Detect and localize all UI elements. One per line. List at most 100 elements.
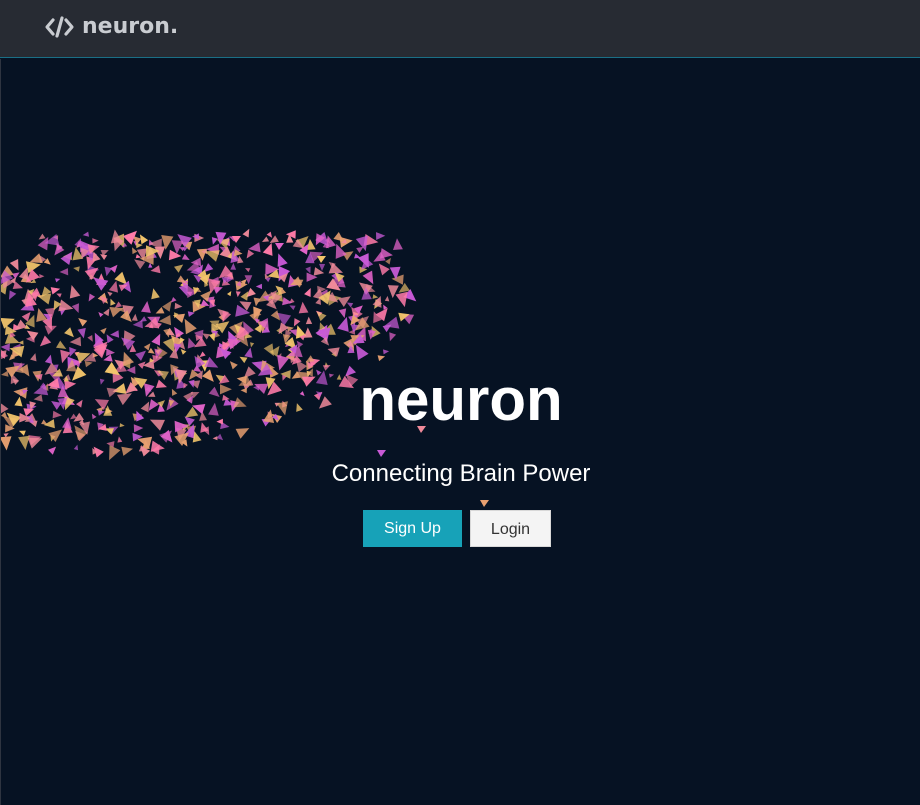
particle	[303, 327, 313, 338]
particle	[305, 316, 313, 325]
particle	[139, 234, 149, 245]
particle	[391, 274, 404, 285]
particle	[110, 298, 116, 306]
particle	[254, 323, 263, 333]
particle	[64, 327, 74, 338]
brand-logo[interactable]: neuron.	[44, 14, 178, 39]
particle	[376, 232, 386, 240]
particle	[240, 291, 249, 301]
particle	[398, 282, 410, 293]
particle	[110, 330, 120, 338]
particle	[230, 262, 237, 270]
particle	[293, 318, 301, 327]
particle	[242, 228, 250, 238]
particle	[56, 293, 62, 298]
particle	[73, 444, 79, 451]
particle	[253, 297, 261, 307]
particle	[384, 295, 390, 302]
particle	[9, 290, 17, 300]
particle	[69, 347, 77, 357]
particle	[333, 232, 345, 242]
particle	[150, 265, 161, 274]
particle	[204, 250, 220, 262]
particle	[356, 344, 369, 361]
particle	[338, 308, 347, 319]
particle	[38, 233, 46, 240]
particle	[55, 278, 61, 283]
particle	[82, 231, 89, 237]
particle	[143, 343, 151, 351]
particle	[389, 332, 397, 342]
particle	[168, 249, 182, 261]
particle	[181, 253, 190, 260]
particle	[44, 325, 57, 335]
particle	[289, 305, 296, 311]
particle	[275, 243, 284, 250]
particle	[174, 302, 183, 310]
particle	[29, 253, 43, 263]
particle	[377, 355, 386, 362]
code-icon	[45, 15, 74, 38]
particle	[114, 301, 122, 308]
particle	[262, 243, 273, 256]
particle	[48, 446, 57, 455]
hero-subtitle: Connecting Brain Power	[331, 460, 591, 487]
particle	[170, 297, 177, 303]
particle	[395, 291, 408, 308]
particle	[337, 316, 349, 332]
particle	[163, 328, 171, 338]
particle	[298, 301, 309, 314]
particle	[266, 231, 273, 238]
particle	[319, 263, 326, 271]
particle	[320, 336, 330, 346]
sign-up-button[interactable]: Sign Up	[363, 510, 462, 547]
particle	[132, 247, 138, 255]
particle	[239, 356, 248, 364]
particle	[212, 436, 218, 441]
particle	[87, 335, 93, 342]
particle	[245, 268, 251, 273]
particle	[27, 437, 43, 449]
particle	[162, 337, 175, 353]
particle	[377, 450, 386, 457]
particle	[134, 259, 146, 270]
particle	[18, 435, 30, 450]
particle	[69, 336, 82, 347]
particle	[18, 267, 29, 281]
particle	[202, 333, 210, 340]
particle	[151, 333, 161, 346]
login-button[interactable]: Login	[470, 510, 551, 547]
particle	[227, 291, 232, 297]
particle	[98, 312, 104, 318]
particle	[140, 316, 147, 322]
particle	[187, 311, 195, 317]
particle	[104, 266, 113, 277]
particle	[305, 266, 311, 274]
particle	[123, 351, 134, 367]
particle	[117, 436, 123, 443]
particle	[380, 248, 393, 259]
particle	[131, 313, 138, 321]
particle	[296, 340, 304, 348]
particle	[250, 342, 255, 348]
particle	[135, 350, 146, 361]
particle	[69, 285, 81, 299]
particle	[93, 277, 109, 291]
particle	[383, 349, 390, 355]
particle	[151, 288, 160, 300]
particle	[30, 353, 37, 362]
particle	[248, 242, 261, 253]
particle	[92, 251, 101, 262]
particle	[277, 253, 288, 267]
particle	[78, 318, 88, 327]
particle	[304, 288, 311, 297]
particle	[9, 259, 19, 271]
particle	[14, 319, 27, 331]
hero-section: neuron Connecting Brain Power Sign Up Lo…	[0, 59, 920, 805]
brand-text: neuron.	[82, 14, 179, 39]
particle	[180, 349, 187, 355]
particle	[59, 268, 69, 276]
particle	[346, 302, 354, 308]
particle	[326, 235, 336, 249]
particle	[77, 327, 86, 339]
